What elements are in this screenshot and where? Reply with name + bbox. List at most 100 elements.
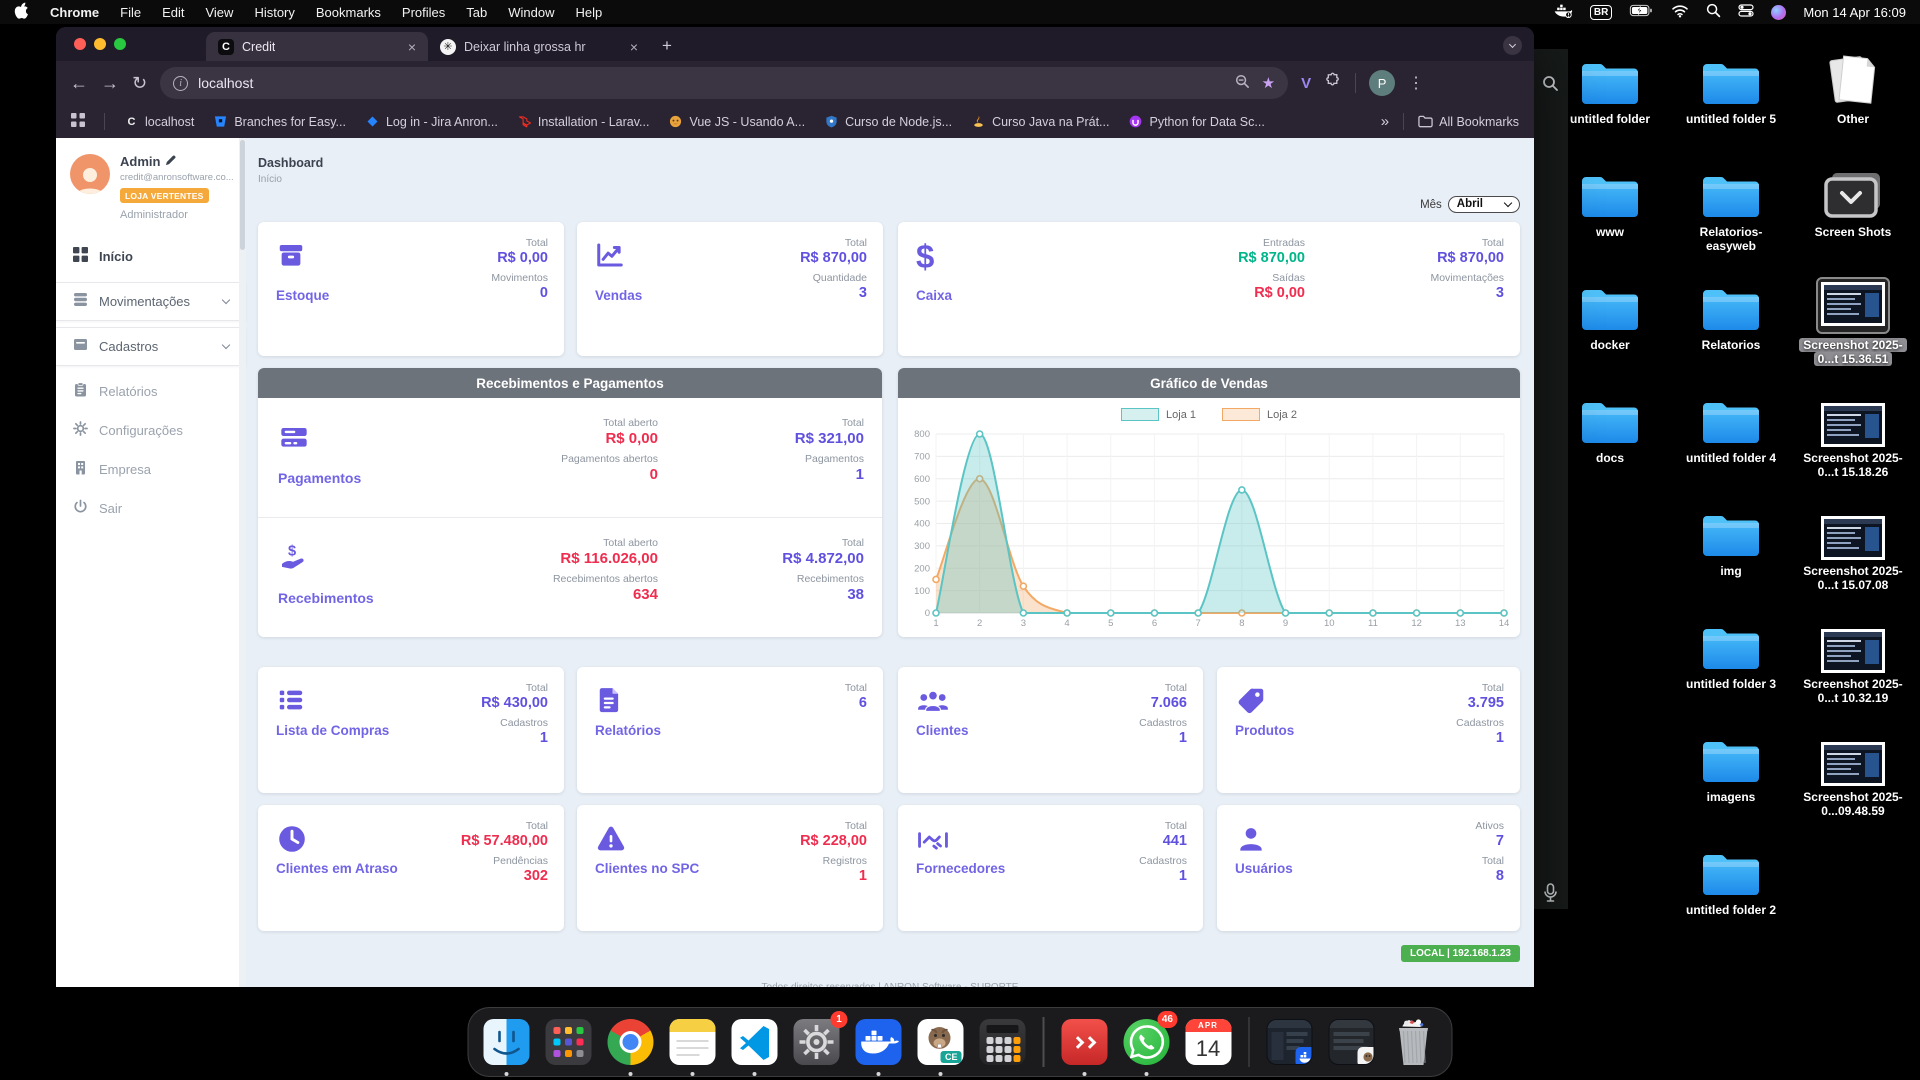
- reload-icon[interactable]: ↻: [132, 74, 147, 92]
- desktop-icon-screen-shots[interactable]: Screen Shots: [1799, 165, 1907, 239]
- address-bar[interactable]: i localhost ★: [160, 67, 1288, 99]
- profile-avatar[interactable]: P: [1369, 70, 1395, 96]
- dock-item-red-chevrons-app[interactable]: [1058, 1016, 1110, 1068]
- desktop-icon-other[interactable]: Other: [1799, 52, 1907, 126]
- dock-item-whatsapp[interactable]: 46: [1120, 1016, 1172, 1068]
- tab-credit[interactable]: CCredit×: [206, 32, 428, 61]
- dock-item-vscode[interactable]: [729, 1016, 781, 1068]
- desktop-icon-untitled-folder-3[interactable]: untitled folder 3: [1677, 617, 1785, 691]
- menubar-item-edit[interactable]: Edit: [162, 5, 184, 20]
- battery-icon[interactable]: [1629, 4, 1654, 20]
- search-icon[interactable]: [1542, 75, 1559, 97]
- month-select[interactable]: Abril: [1448, 196, 1520, 213]
- menubar-item-help[interactable]: Help: [576, 5, 603, 20]
- back-icon[interactable]: ←: [70, 74, 88, 92]
- forward-icon[interactable]: →: [101, 74, 119, 92]
- sidebar-item-configurac-o-es[interactable]: Configurações: [56, 411, 246, 450]
- minimize-window-button[interactable]: [94, 38, 106, 50]
- extensions-puzzle-icon[interactable]: [1324, 72, 1342, 95]
- bookmark-branches-for-easy[interactable]: Branches for Easy...: [213, 114, 346, 129]
- dock-item-notes[interactable]: [667, 1016, 719, 1068]
- desktop-icon-untitled-folder-5[interactable]: untitled folder 5: [1677, 52, 1785, 126]
- desktop-icon-img[interactable]: img: [1677, 504, 1785, 578]
- tab-close-icon[interactable]: ×: [630, 39, 638, 55]
- site-info-icon[interactable]: i: [173, 76, 188, 91]
- sidebar-item-movimentac-o-es[interactable]: Movimentações: [56, 282, 246, 321]
- vue-devtools-icon[interactable]: V: [1301, 75, 1311, 92]
- wifi-icon[interactable]: [1671, 4, 1689, 21]
- menubar-app-name[interactable]: Chrome: [50, 5, 99, 20]
- close-window-button[interactable]: [74, 38, 86, 50]
- apple-logo-icon[interactable]: [14, 2, 29, 22]
- new-tab-button[interactable]: +: [662, 36, 672, 56]
- card-lista-de-compras[interactable]: Lista de ComprasTotalR$ 430,00Cadastros1: [258, 667, 564, 793]
- control-center-icon[interactable]: [1738, 3, 1754, 21]
- dock-item-calculator[interactable]: [977, 1016, 1029, 1068]
- dock-item-settings[interactable]: 1: [791, 1016, 843, 1068]
- card-clientes-no-spc[interactable]: Clientes no SPCTotalR$ 228,00Registros1: [577, 805, 883, 931]
- bookmarks-overflow-icon[interactable]: »: [1381, 113, 1389, 130]
- menubar-item-view[interactable]: View: [205, 5, 233, 20]
- docker-whale-status-icon[interactable]: [1553, 3, 1573, 22]
- keyboard-layout-badge[interactable]: BR: [1590, 5, 1612, 20]
- menubar-item-tab[interactable]: Tab: [466, 5, 487, 20]
- menubar-item-history[interactable]: History: [254, 5, 294, 20]
- bookmark-python-for-data-sc[interactable]: Python for Data Sc...: [1128, 114, 1264, 129]
- desktop-icon-screenshot-2025-0-09-48-59[interactable]: Screenshot 2025-0...09.48.59: [1799, 730, 1907, 818]
- dock-item-finder[interactable]: [481, 1016, 533, 1068]
- bookmark-curso-de-node-js[interactable]: Curso de Node.js...: [824, 114, 952, 129]
- tab-deixar-linha-grossa-hr[interactable]: ✳Deixar linha grossa hr×: [428, 32, 650, 61]
- desktop-icon-screenshot-2025-0-t-10-32-19[interactable]: Screenshot 2025-0...t 10.32.19: [1799, 617, 1907, 705]
- dock-item-launchpad[interactable]: [543, 1016, 595, 1068]
- bookmark-star-icon[interactable]: ★: [1262, 74, 1275, 92]
- desktop-icon-untitled-folder-4[interactable]: untitled folder 4: [1677, 391, 1785, 465]
- dock-item-calendar[interactable]: APR14: [1182, 1016, 1234, 1068]
- siri-icon[interactable]: [1771, 5, 1786, 20]
- card-produtos[interactable]: ProdutosTotal3.795Cadastros1: [1217, 667, 1520, 793]
- desktop-icon-www[interactable]: www: [1556, 165, 1664, 239]
- card-usua-rios[interactable]: UsuáriosAtivos7Total8: [1217, 805, 1520, 931]
- card-fornecedores[interactable]: FornecedoresTotal441Cadastros1: [898, 805, 1203, 931]
- menubar-item-bookmarks[interactable]: Bookmarks: [316, 5, 381, 20]
- desktop-icon-relatorios-easyweb[interactable]: Relatorios-easyweb: [1677, 165, 1785, 253]
- desktop-icon-imagens[interactable]: imagens: [1677, 730, 1785, 804]
- sidebar-scrollbar[interactable]: [239, 138, 246, 987]
- spotlight-icon[interactable]: [1706, 3, 1721, 21]
- menubar-item-window[interactable]: Window: [508, 5, 554, 20]
- bookmark-curso-java-na-pra-t[interactable]: Curso Java na Prát...: [971, 114, 1109, 129]
- bookmark-localhost[interactable]: Clocalhost: [124, 114, 194, 129]
- microphone-icon[interactable]: [1543, 883, 1558, 908]
- desktop-icon-relatorios[interactable]: Relatorios: [1677, 278, 1785, 352]
- desktop-icon-screenshot-2025-0-t-15-36-51[interactable]: Screenshot 2025-0...t 15.36.51: [1799, 278, 1907, 366]
- menubar-item-profiles[interactable]: Profiles: [402, 5, 445, 20]
- card-relato-rios[interactable]: RelatóriosTotal6: [577, 667, 883, 793]
- window-controls[interactable]: [74, 38, 126, 50]
- tab-close-icon[interactable]: ×: [408, 39, 416, 55]
- desktop-icon-docker[interactable]: docker: [1556, 278, 1664, 352]
- sidebar-item-cadastros[interactable]: Cadastros: [56, 327, 246, 366]
- payments-row-title[interactable]: Recebimentos: [278, 590, 374, 606]
- payments-row-title[interactable]: Pagamentos: [278, 470, 361, 486]
- card-clientes-em-atraso[interactable]: Clientes em AtrasoTotalR$ 57.480,00Pendê…: [258, 805, 564, 931]
- desktop-icon-untitled-folder-2[interactable]: untitled folder 2: [1677, 843, 1785, 917]
- bookmark-log-in-jira-anron[interactable]: Log in - Jira Anron...: [365, 114, 498, 129]
- desktop-icon-screenshot-2025-0-t-15-18-26[interactable]: Screenshot 2025-0...t 15.18.26: [1799, 391, 1907, 479]
- dock-item-dbeaver[interactable]: CE: [915, 1016, 967, 1068]
- desktop-icon-untitled-folder[interactable]: untitled folder: [1556, 52, 1664, 126]
- bookmark-installation-larav[interactable]: Installation - Larav...: [517, 114, 650, 129]
- browser-menu-icon[interactable]: ⋮: [1408, 73, 1424, 93]
- card-clientes[interactable]: ClientesTotal7.066Cadastros1: [898, 667, 1203, 793]
- dock-item-trash[interactable]: [1388, 1016, 1440, 1068]
- user-avatar[interactable]: [70, 154, 110, 194]
- dock-item-chrome[interactable]: [605, 1016, 657, 1068]
- all-bookmarks-button[interactable]: All Bookmarks: [1418, 115, 1519, 129]
- menubar-item-file[interactable]: File: [120, 5, 141, 20]
- sidebar-item-ini-cio[interactable]: Início: [56, 237, 246, 276]
- apps-grid-icon[interactable]: [71, 113, 85, 130]
- zoom-out-icon[interactable]: [1235, 74, 1250, 92]
- dock-item-docker[interactable]: [853, 1016, 905, 1068]
- sidebar-item-empresa[interactable]: Empresa: [56, 450, 246, 489]
- zoom-window-button[interactable]: [114, 38, 126, 50]
- card-caixa[interactable]: $CaixaTotalR$ 870,00Movimentações3Entrad…: [898, 222, 1520, 356]
- edit-pencil-icon[interactable]: [165, 154, 176, 169]
